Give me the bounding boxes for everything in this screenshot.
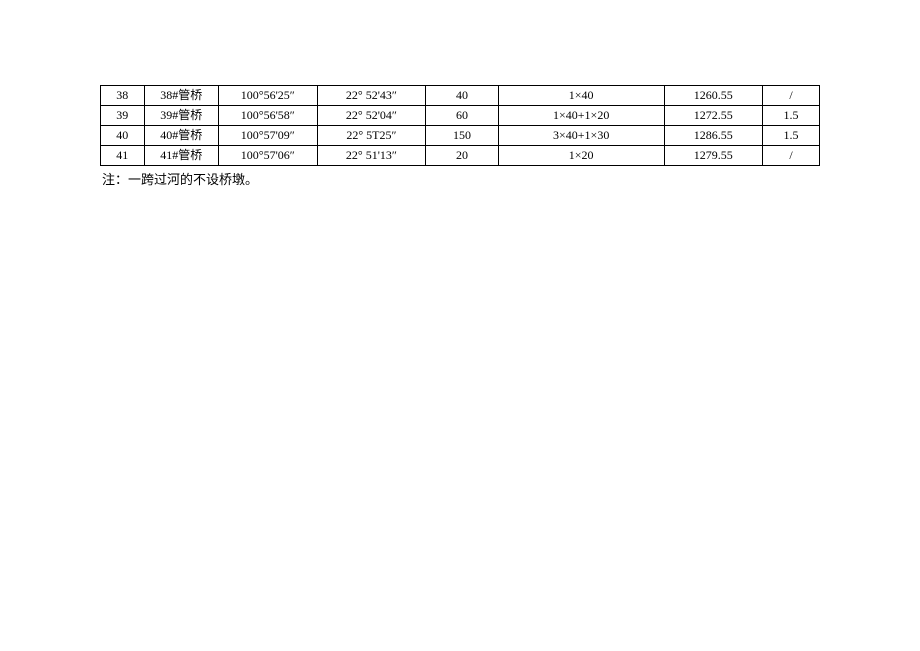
cell-num: 39 — [101, 106, 145, 126]
cell-coord1: 100°57'06″ — [219, 146, 317, 166]
cell-name: 41#管桥 — [144, 146, 219, 166]
cell-name: 40#管桥 — [144, 126, 219, 146]
cell-elev: 1260.55 — [664, 86, 762, 106]
cell-last: / — [762, 86, 819, 106]
cell-name: 38#管桥 — [144, 86, 219, 106]
cell-coord1: 100°56'25″ — [219, 86, 317, 106]
note-text: 一跨过河的不设桥墩。 — [128, 172, 258, 187]
note: 注：一跨过河的不设桥墩。 — [100, 169, 820, 188]
table-row: 41 41#管桥 100°57'06″ 22° 51'13″ 20 1×20 1… — [101, 146, 820, 166]
cell-coord1: 100°56'58″ — [219, 106, 317, 126]
cell-coord2: 22° 52'04″ — [317, 106, 426, 126]
cell-span: 1×40 — [498, 86, 664, 106]
cell-last: 1.5 — [762, 126, 819, 146]
cell-span: 1×40+1×20 — [498, 106, 664, 126]
cell-elev: 1286.55 — [664, 126, 762, 146]
cell-coord2: 22° 52'43″ — [317, 86, 426, 106]
bridge-data-table: 38 38#管桥 100°56'25″ 22° 52'43″ 40 1×40 1… — [100, 85, 820, 166]
cell-coord2: 22° 5T25″ — [317, 126, 426, 146]
cell-elev: 1279.55 — [664, 146, 762, 166]
cell-coord1: 100°57'09″ — [219, 126, 317, 146]
cell-num: 38 — [101, 86, 145, 106]
cell-name: 39#管桥 — [144, 106, 219, 126]
cell-num: 41 — [101, 146, 145, 166]
cell-len: 150 — [426, 126, 499, 146]
cell-len: 60 — [426, 106, 499, 126]
cell-len: 20 — [426, 146, 499, 166]
table-row: 39 39#管桥 100°56'58″ 22° 52'04″ 60 1×40+1… — [101, 106, 820, 126]
note-label: 注： — [102, 172, 128, 187]
cell-num: 40 — [101, 126, 145, 146]
table-row: 40 40#管桥 100°57'09″ 22° 5T25″ 150 3×40+1… — [101, 126, 820, 146]
cell-coord2: 22° 51'13″ — [317, 146, 426, 166]
cell-span: 3×40+1×30 — [498, 126, 664, 146]
cell-last: / — [762, 146, 819, 166]
table-row: 38 38#管桥 100°56'25″ 22° 52'43″ 40 1×40 1… — [101, 86, 820, 106]
cell-len: 40 — [426, 86, 499, 106]
cell-elev: 1272.55 — [664, 106, 762, 126]
cell-span: 1×20 — [498, 146, 664, 166]
cell-last: 1.5 — [762, 106, 819, 126]
